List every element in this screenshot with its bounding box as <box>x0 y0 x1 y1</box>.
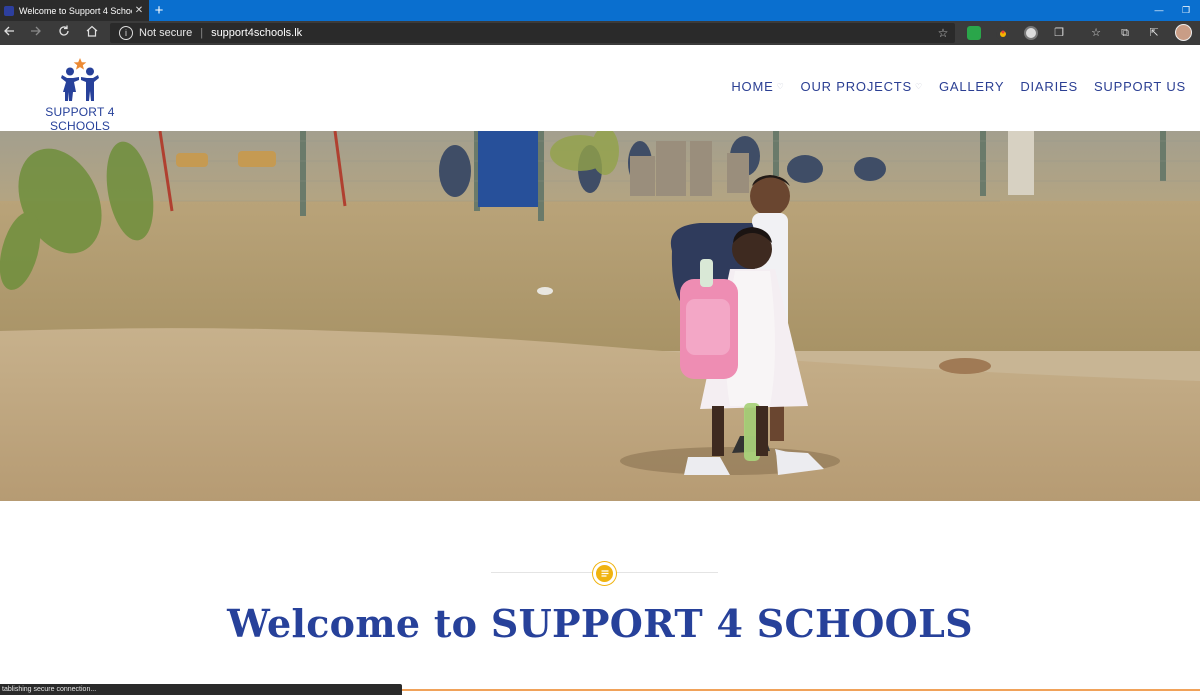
shield-extension-icon[interactable] <box>967 26 981 40</box>
reload-icon[interactable] <box>55 24 73 42</box>
address-separator: | <box>200 27 204 39</box>
tab-title: Welcome to Support 4 Schools <box>19 5 132 16</box>
browser-toolbar: i Not secure | support4schools.lk ☆ ❐ ☆ … <box>0 21 1200 45</box>
nav-item-label: DIARIES <box>1020 79 1078 94</box>
profile-avatar[interactable] <box>1175 24 1192 41</box>
site-favicon-icon <box>4 5 14 16</box>
nav-item-label: HOME <box>731 79 774 94</box>
main-navigation: HOME ♡ OUR PROJECTS ♡ GALLERY DIARIES SU… <box>723 79 1194 94</box>
favorites-icon[interactable]: ☆ <box>1088 25 1104 41</box>
nav-item-home[interactable]: HOME ♡ <box>723 79 792 94</box>
close-tab-icon[interactable]: ✕ <box>132 5 146 16</box>
nav-item-gallery[interactable]: GALLERY <box>931 79 1012 94</box>
heart-dropdown-icon: ♡ <box>776 82 785 91</box>
nav-item-diaries[interactable]: DIARIES <box>1012 79 1086 94</box>
document-icon <box>593 562 616 585</box>
browser-tab[interactable]: Welcome to Support 4 Schools ✕ <box>0 0 149 21</box>
hero-image <box>0 131 1200 501</box>
nav-item-label: GALLERY <box>938 79 1005 94</box>
heart-dropdown-icon: ♡ <box>915 82 923 91</box>
children-logo-icon <box>61 58 99 101</box>
home-icon[interactable] <box>83 24 101 42</box>
nav-item-support-us[interactable]: SUPPORT US <box>1086 79 1194 94</box>
browser-status-bar: tablishing secure connection... <box>0 684 402 695</box>
restore-icon[interactable]: ❐ <box>1178 2 1194 18</box>
nav-item-our-projects[interactable]: OUR PROJECTS ♡ <box>793 79 931 94</box>
welcome-heading: Welcome to SUPPORT 4 SCHOOLS <box>227 601 973 646</box>
star-icon[interactable]: ☆ <box>935 26 951 40</box>
collections-icon[interactable]: ⧉ <box>1117 25 1133 41</box>
security-label[interactable]: Not secure <box>139 27 192 39</box>
orange-divider <box>402 689 1200 691</box>
site-logo[interactable]: SUPPORT 4 SCHOOLS <box>28 58 132 133</box>
forward-arrow-icon[interactable] <box>27 24 45 42</box>
hero-photo <box>0 131 1200 501</box>
share-icon[interactable]: ⇱ <box>1146 25 1162 41</box>
back-arrow-icon[interactable] <box>0 24 18 42</box>
url-text[interactable]: support4schools.lk <box>211 27 935 39</box>
logo-text: SUPPORT 4 SCHOOLS <box>45 105 115 133</box>
address-bar[interactable]: i Not secure | support4schools.lk ☆ <box>110 23 955 43</box>
collections-extension-icon[interactable]: ❐ <box>1051 25 1067 41</box>
nav-item-label: OUR PROJECTS <box>800 79 912 94</box>
nav-item-label: SUPPORT US <box>1093 79 1186 94</box>
minimize-icon[interactable]: — <box>1151 2 1167 18</box>
site-header: SUPPORT 4 SCHOOLS HOME ♡ OUR PROJECTS ♡ … <box>0 45 1200 133</box>
extension-icon[interactable] <box>996 26 1010 40</box>
browser-titlebar: Welcome to Support 4 Schools ✕ + — ❐ <box>0 0 1200 21</box>
info-icon[interactable]: i <box>119 26 133 40</box>
record-extension-icon[interactable] <box>1024 26 1038 40</box>
new-tab-button[interactable]: + <box>152 1 166 20</box>
